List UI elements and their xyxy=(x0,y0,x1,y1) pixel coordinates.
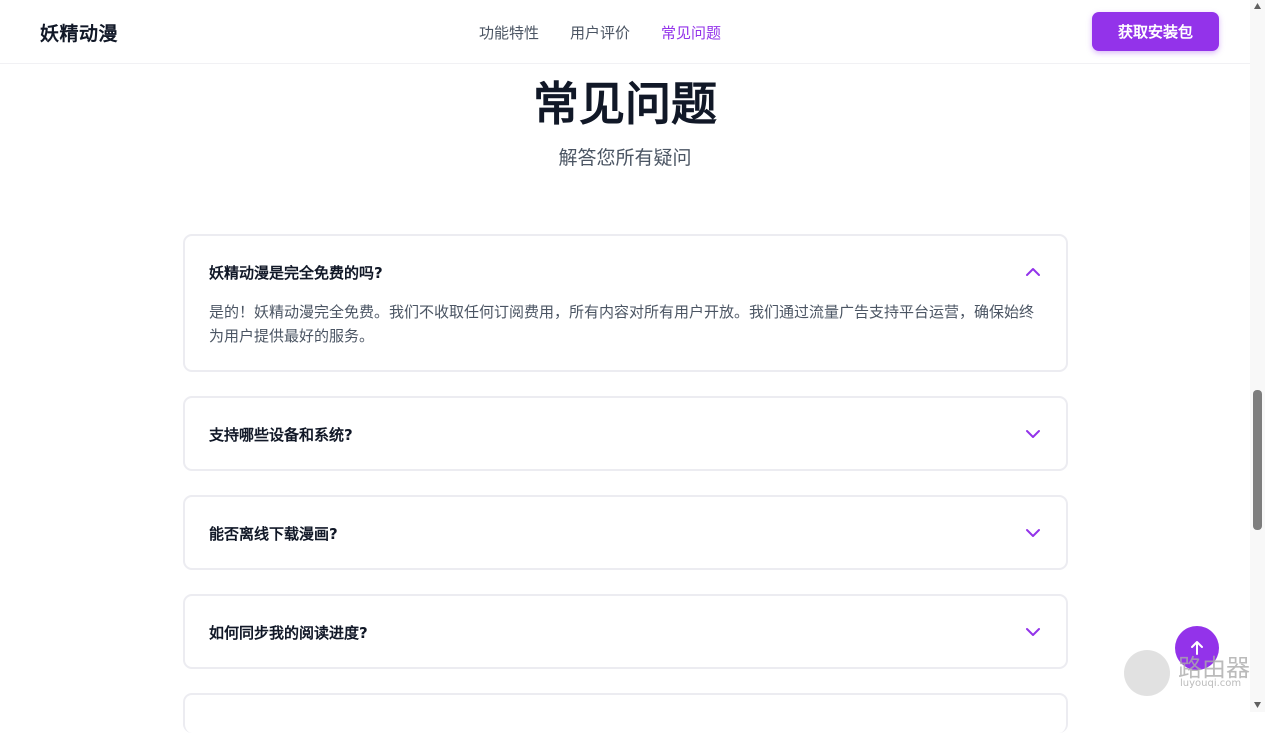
scroll-up-arrow-icon[interactable] xyxy=(1253,2,1262,11)
watermark-logo xyxy=(1124,650,1170,696)
faq-question[interactable]: 妖精动漫是完全免费的吗? xyxy=(209,262,383,283)
chevron-down-icon[interactable] xyxy=(1024,527,1042,539)
chevron-down-icon[interactable] xyxy=(1024,428,1042,440)
page-scrollbar[interactable] xyxy=(1250,0,1265,712)
faq-item-sync[interactable]: 如何同步我的阅读进度? xyxy=(183,594,1068,669)
faq-item-offline[interactable]: 能否离线下载漫画? xyxy=(183,495,1068,570)
faq-item-free[interactable]: 妖精动漫是完全免费的吗? 是的！妖精动漫完全免费。我们不收取任何订阅费用，所有内… xyxy=(183,234,1068,372)
nav-item-reviews[interactable]: 用户评价 xyxy=(570,22,630,43)
faq-item-partial[interactable] xyxy=(183,693,1068,733)
faq-question[interactable]: 能否离线下载漫画? xyxy=(209,523,338,544)
chevron-down-icon[interactable] xyxy=(1024,626,1042,638)
main-nav: 功能特性 用户评价 常见问题 xyxy=(479,22,752,43)
get-installer-button[interactable]: 获取安装包 xyxy=(1092,12,1219,51)
nav-item-features[interactable]: 功能特性 xyxy=(479,22,539,43)
faq-section-subtitle: 解答您所有疑问 xyxy=(558,147,692,169)
scrollbar-thumb[interactable] xyxy=(1253,390,1262,530)
faq-section-title: 常见问题 xyxy=(533,77,717,131)
nav-item-faq[interactable]: 常见问题 xyxy=(661,22,721,43)
top-nav-bar: 妖精动漫 功能特性 用户评价 常见问题 获取安装包 xyxy=(0,0,1250,64)
faq-item-devices[interactable]: 支持哪些设备和系统? xyxy=(183,396,1068,471)
chevron-up-icon[interactable] xyxy=(1024,266,1042,278)
faq-question[interactable]: 如何同步我的阅读进度? xyxy=(209,622,368,643)
faq-answer: 是的！妖精动漫完全免费。我们不收取任何订阅费用，所有内容对所有用户开放。我们通过… xyxy=(209,303,1035,345)
watermark-subtext: luyouqi.com xyxy=(1180,678,1242,689)
faq-question[interactable]: 支持哪些设备和系统? xyxy=(209,424,353,445)
site-logo[interactable]: 妖精动漫 xyxy=(40,19,118,46)
scroll-down-arrow-icon[interactable] xyxy=(1253,700,1262,709)
